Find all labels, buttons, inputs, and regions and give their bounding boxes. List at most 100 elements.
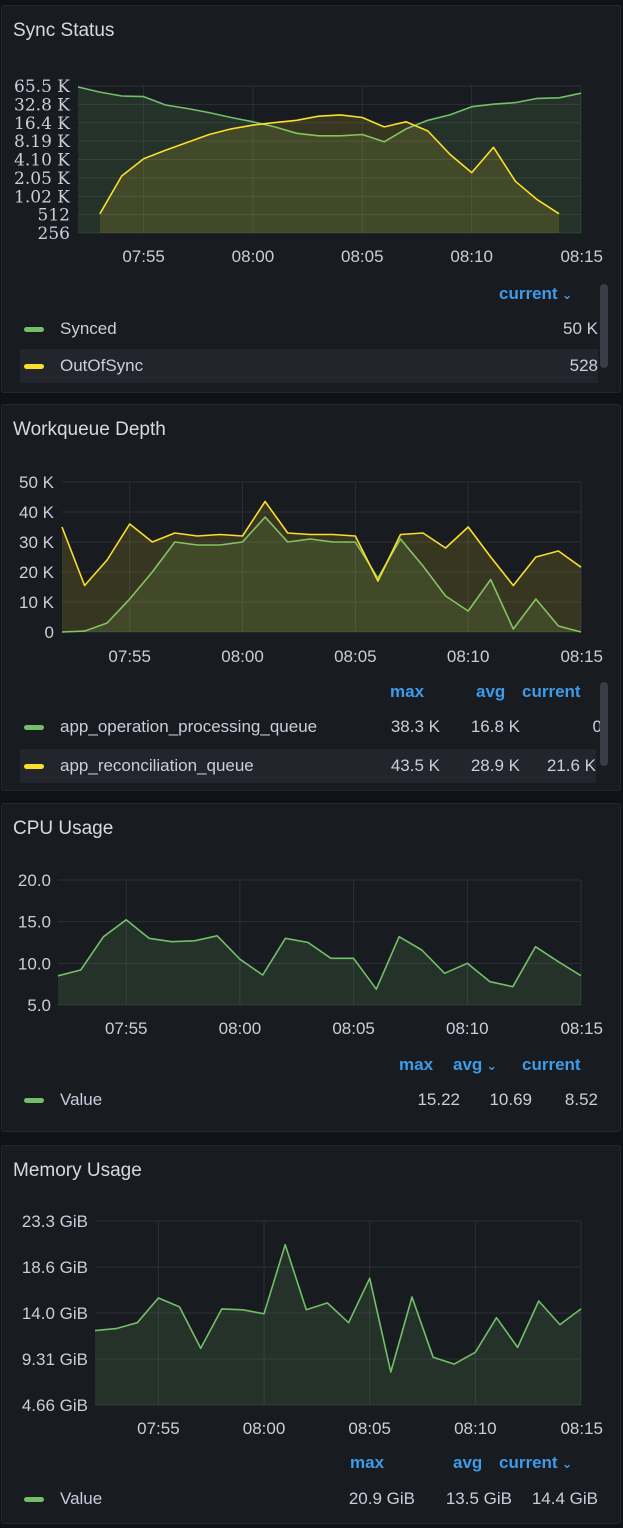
legend-current-value: 8.52 [564,1090,598,1109]
cpu-usage-chart[interactable]: 20.0 15.0 10.0 5.0 07:55 08:00 08:05 08:10 08:15 [2,804,621,1044]
x-tick-label: 08:10 [450,247,493,266]
y-tick-label: 18.6 GiB [22,1258,88,1277]
x-tick-label: 08:15 [560,1419,603,1438]
y-tick-label: 10.0 [18,954,51,973]
legend-scrollbar[interactable] [600,682,608,766]
y-tick-label: 512 [38,206,70,226]
legend-series-name: app_operation_processing_queue [60,717,318,736]
legend-current-value: 14.4 GiB [531,1489,598,1508]
legend-avg-value: 28.9 K [470,756,520,775]
legend-row-outofsync[interactable]: OutOfSync 528 [20,349,598,383]
legend-max-value: 43.5 K [390,756,440,775]
y-tick-label: 1.02 K [14,187,70,207]
y-tick-label: 9.31 GiB [22,1350,88,1369]
sync-status-panel: Sync Status 65.5 K 32.8 K 16.4 K 8.19 K 4.10… [1,5,621,393]
legend-row-value[interactable]: Value 15.22 10.69 8.52 [20,1083,598,1117]
y-tick-label: 15.0 [18,913,51,932]
legend-series-name: Synced [60,319,117,338]
y-tick-label: 32.8 K [14,95,70,115]
legend-row-app-reconciliation-queue[interactable]: app_reconciliation_queue 43.5 K 28.9 K 2… [20,749,596,783]
legend-max-value: 38.3 K [390,717,440,736]
x-tick-label: 07:55 [137,1419,180,1438]
series-area-0 [58,919,581,1005]
series-color-swatch [24,1098,44,1103]
series-color-swatch [24,327,44,332]
legend-scrollbar[interactable] [600,284,608,368]
memory-usage-chart[interactable]: 23.3 GiB 18.6 GiB 14.0 GiB 9.31 GiB 4.66 GiB… [2,1146,621,1446]
legend-avg-value: 13.5 GiB [445,1489,512,1508]
x-tick-label: 08:10 [446,1019,489,1038]
legend-series-name: Value [60,1489,103,1508]
y-tick-label: 4.66 GiB [22,1396,88,1415]
legend-header-current[interactable]: current [522,682,581,702]
series-color-swatch [24,364,44,369]
series-area-0 [95,1244,581,1405]
legend-row-value[interactable]: Value 20.9 GiB 13.5 GiB 14.4 GiB [20,1482,598,1516]
y-tick-label: 10 K [19,593,55,612]
legend-header-label: current [499,284,558,303]
legend-header-label: avg [453,1055,483,1074]
chevron-down-icon: ⌄ [561,287,573,302]
workqueue-depth-chart[interactable]: 50 K 40 K 30 K 20 K 10 K 0 07:55 08:00 08:05 08:1… [2,405,621,675]
y-tick-label: 23.3 GiB [22,1212,88,1231]
series-color-swatch [24,725,44,730]
x-tick-label: 07:55 [122,247,165,266]
x-tick-label: 08:15 [560,247,603,266]
legend-header-avg[interactable]: avg [476,682,505,702]
legend-header-avg[interactable]: avg ⌄ [453,1055,497,1075]
legend-avg-value: 16.8 K [470,717,520,736]
chevron-down-icon: ⌄ [561,1456,573,1471]
x-tick-label: 08:10 [447,647,490,666]
legend-header-max[interactable]: max [399,1055,433,1075]
y-tick-label: 5.0 [27,996,51,1015]
y-tick-label: 50 K [19,473,55,492]
legend-series-name: Value [60,1090,103,1109]
x-tick-label: 08:00 [232,247,275,266]
x-tick-label: 07:55 [108,647,151,666]
x-tick-label: 08:00 [243,1419,286,1438]
y-tick-label: 16.4 K [14,114,70,134]
x-tick-label: 08:05 [334,647,377,666]
sync-status-chart[interactable]: 65.5 K32.8 K16.4 K8.19 K4.10 K2.05 K1.02… [2,6,621,281]
x-tick-label: 08:05 [348,1419,391,1438]
y-tick-label: 30 K [19,533,55,552]
legend-current-value: 528 [569,356,598,375]
workqueue-depth-panel: Workqueue Depth 50 K 40 K 30 K 20 K 10 K 0 07:… [1,404,621,791]
legend-max-value: 15.22 [417,1090,460,1109]
legend-header-max[interactable]: max [350,1453,384,1473]
y-tick-label: 4.10 K [14,151,70,171]
legend-header-current[interactable]: current ⌄ [499,284,572,304]
series-color-swatch [24,764,44,769]
legend-header-current[interactable]: current ⌄ [499,1453,572,1473]
legend-row-synced[interactable]: Synced 50 K [20,312,598,346]
x-tick-label: 08:15 [560,1019,603,1038]
y-tick-label: 8.19 K [14,132,70,152]
x-tick-label: 08:15 [560,647,603,666]
legend-row-app-operation-processing-queue[interactable]: app_operation_processing_queue 38.3 K 16… [20,710,602,744]
series-color-swatch [24,1497,44,1502]
legend-header-label: current [499,1453,558,1472]
y-tick-label: 20 K [19,563,55,582]
legend-header-current[interactable]: current [522,1055,581,1075]
x-tick-label: 07:55 [105,1019,148,1038]
chevron-down-icon: ⌄ [486,1058,498,1073]
legend-series-name: OutOfSync [60,356,144,375]
legend-series-name: app_reconciliation_queue [60,756,254,775]
memory-usage-panel: Memory Usage 23.3 GiB 18.6 GiB 14.0 GiB 9.3… [1,1145,621,1524]
y-tick-label: 40 K [19,503,55,522]
x-tick-label: 08:10 [454,1419,497,1438]
y-tick-label: 20.0 [18,871,51,890]
x-tick-label: 08:05 [332,1019,375,1038]
cpu-usage-panel: CPU Usage 20.0 15.0 10.0 5.0 07:55 08:00 08:05… [1,803,621,1132]
legend-header-max[interactable]: max [390,682,424,702]
legend-header-avg[interactable]: avg [453,1453,482,1473]
series-area-1 [62,501,581,632]
y-tick-label: 256 [38,224,70,244]
x-tick-label: 08:00 [221,647,264,666]
y-tick-label: 65.5 K [14,77,70,97]
legend-current-value: 21.6 K [546,756,596,775]
legend-avg-value: 10.69 [489,1090,532,1109]
legend-current-value: 50 K [563,319,598,338]
y-tick-label: 0 [45,623,54,642]
y-tick-label: 14.0 GiB [22,1304,88,1323]
